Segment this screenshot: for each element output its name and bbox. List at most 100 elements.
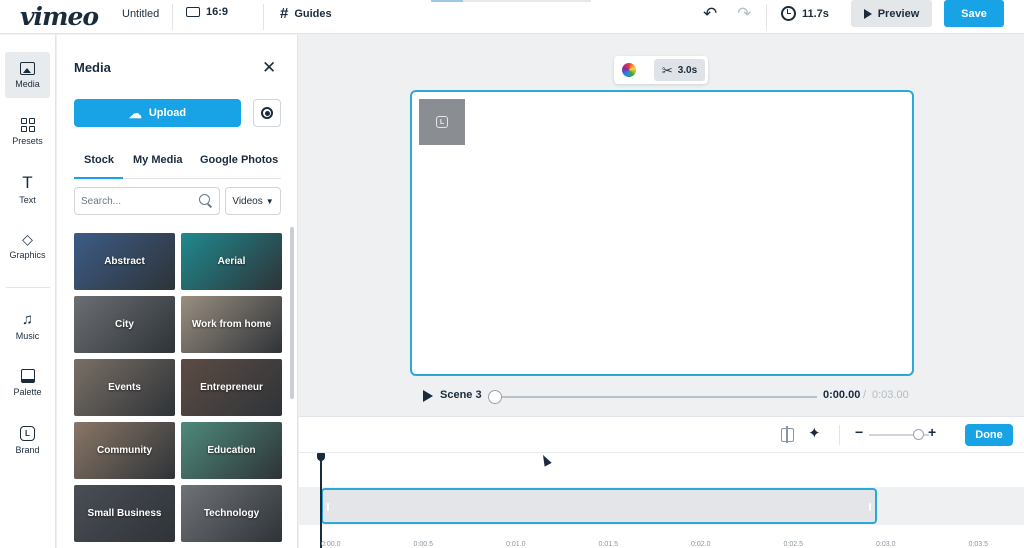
divider — [839, 425, 840, 445]
clip-trim-handle-right[interactable] — [869, 503, 871, 511]
magic-wand-icon[interactable]: ✦ — [808, 426, 821, 441]
tab-stock[interactable]: Stock — [84, 154, 114, 166]
ruler-tick-label: 0:01.5 — [598, 541, 618, 548]
save-button[interactable]: Save — [944, 0, 1004, 27]
ruler-tick-label: 0:03.5 — [968, 541, 988, 548]
stock-thumbnail[interactable]: Education — [181, 422, 282, 479]
stock-thumbnail[interactable]: Community — [74, 422, 175, 479]
scrub-track[interactable] — [495, 396, 817, 398]
rail-item-music[interactable]: ♫ Music — [5, 303, 50, 349]
scissors-icon: ✂ — [661, 62, 673, 78]
stock-thumbnail[interactable]: Work from home — [181, 296, 282, 353]
clip-trim-handle-left[interactable] — [327, 503, 329, 511]
search-icon[interactable] — [199, 194, 210, 205]
chevron-down-icon: ▼ — [265, 196, 274, 206]
upload-label: Upload — [148, 107, 187, 119]
top-bar: vimeo Untitled 16:9 # Guides ↶ ↷ 11.7s P… — [0, 0, 1024, 34]
scene-toolbar: ✂ 3.0s — [614, 56, 708, 84]
thumbnail-label: Entrepreneur — [200, 382, 263, 393]
aspect-ratio-button[interactable]: 16:9 — [186, 6, 228, 18]
ruler-tick-label: 0:02.5 — [783, 541, 803, 548]
undo-icon[interactable]: ↶ — [703, 5, 717, 22]
rail-item-presets[interactable]: Presets — [5, 109, 50, 155]
rail-item-label: Media — [15, 78, 40, 89]
record-button[interactable] — [253, 99, 281, 127]
current-time: 0:00.00 — [823, 389, 861, 401]
scrub-handle[interactable] — [488, 390, 502, 404]
stock-thumbnail[interactable]: Entrepreneur — [181, 359, 282, 416]
play-icon[interactable] — [423, 390, 433, 402]
media-tabs: Stock My Media Google Photos — [74, 149, 281, 179]
split-icon[interactable] — [781, 426, 794, 443]
loading-progress-bar — [431, 0, 591, 2]
logo-placeholder[interactable]: L — [419, 99, 465, 145]
thumbnail-label: Technology — [203, 508, 260, 519]
palette-icon — [20, 369, 35, 383]
color-wheel-icon[interactable] — [622, 63, 636, 77]
time-separator: / — [863, 389, 867, 401]
zoom-out-icon[interactable]: − — [855, 425, 863, 439]
stock-thumbnail[interactable]: Abstract — [74, 233, 175, 290]
stock-thumbnail[interactable]: Aerial — [181, 233, 282, 290]
close-icon[interactable]: ✕ — [262, 59, 276, 76]
timeline-panel: ✦ − + Done 0:00.0 0:00.5 0:01.0 0:01.5 0:02.… — [299, 416, 1024, 548]
shapes-icon: ◇ — [22, 231, 33, 247]
zoom-in-icon[interactable]: + — [928, 425, 936, 439]
stock-thumbnail[interactable]: Small Business — [74, 485, 175, 542]
timeline-clip[interactable] — [321, 488, 877, 524]
stock-thumbnail[interactable]: City — [74, 296, 175, 353]
rail-item-graphics[interactable]: ◇ Graphics — [5, 223, 50, 269]
ruler-tick-label: 0:03.0 — [876, 541, 896, 548]
panel-scrollbar[interactable] — [290, 227, 294, 399]
ruler-tick-label: 0:00.0 — [321, 541, 341, 548]
image-icon — [20, 61, 35, 75]
rail-item-palette[interactable]: Palette — [5, 360, 50, 406]
document-title[interactable]: Untitled — [122, 8, 159, 20]
guides-button[interactable]: # Guides — [280, 6, 332, 21]
ruler-tick-label: 0:00.5 — [413, 541, 433, 548]
video-canvas[interactable]: L — [410, 90, 914, 376]
divider — [263, 4, 264, 30]
ruler-tick-label: 0:02.0 — [691, 541, 711, 548]
redo-icon[interactable]: ↷ — [737, 5, 751, 22]
zoom-slider-handle[interactable] — [913, 429, 924, 440]
total-duration: 11.7s — [781, 6, 829, 21]
ruler-tick-label: 0:01.0 — [506, 541, 526, 548]
media-type-select[interactable]: Videos ▼ — [225, 187, 281, 215]
aspect-ratio-label: 16:9 — [206, 6, 229, 18]
done-button[interactable]: Done — [965, 424, 1013, 446]
clock-icon — [781, 6, 796, 21]
vimeo-logo[interactable]: vimeo — [20, 2, 99, 31]
rail-item-label: Palette — [13, 387, 42, 397]
media-type-value: Videos — [232, 195, 263, 207]
scene-duration-button[interactable]: ✂ 3.0s — [654, 59, 705, 81]
rail-item-text[interactable]: T Text — [5, 166, 50, 212]
rail-item-label: Presets — [12, 136, 43, 146]
total-time: 0:03.00 — [872, 389, 909, 401]
playhead-line — [320, 459, 322, 548]
active-tab-indicator — [74, 177, 123, 179]
tab-my-media[interactable]: My Media — [133, 154, 183, 166]
stock-thumbnail[interactable]: Events — [74, 359, 175, 416]
thumbnail-label: Work from home — [191, 319, 272, 330]
scene-playback-bar: Scene 3 0:00.00 / 0:03.00 — [420, 386, 912, 406]
thumbnail-label: Abstract — [104, 256, 145, 267]
scene-duration-label: 3.0s — [677, 64, 698, 76]
play-icon — [863, 8, 872, 19]
brand-icon: L — [20, 425, 35, 441]
preview-button[interactable]: Preview — [851, 0, 932, 27]
rail-item-media[interactable]: Media — [5, 52, 50, 98]
text-icon: T — [22, 172, 33, 192]
rail-item-label: Text — [19, 194, 36, 205]
tab-google-photos[interactable]: Google Photos — [200, 154, 278, 166]
upload-button[interactable]: ☁ Upload — [74, 99, 241, 127]
rail-item-label: Brand — [15, 444, 40, 455]
rail-item-brand[interactable]: L Brand — [5, 417, 50, 463]
rail-divider — [6, 287, 50, 288]
guides-label: Guides — [294, 7, 332, 20]
divider — [172, 4, 173, 30]
stock-thumbnail[interactable]: Technology — [181, 485, 282, 542]
cloud-upload-icon: ☁ — [128, 105, 142, 121]
search-input[interactable] — [74, 187, 220, 215]
thumbnail-label: City — [115, 319, 134, 330]
